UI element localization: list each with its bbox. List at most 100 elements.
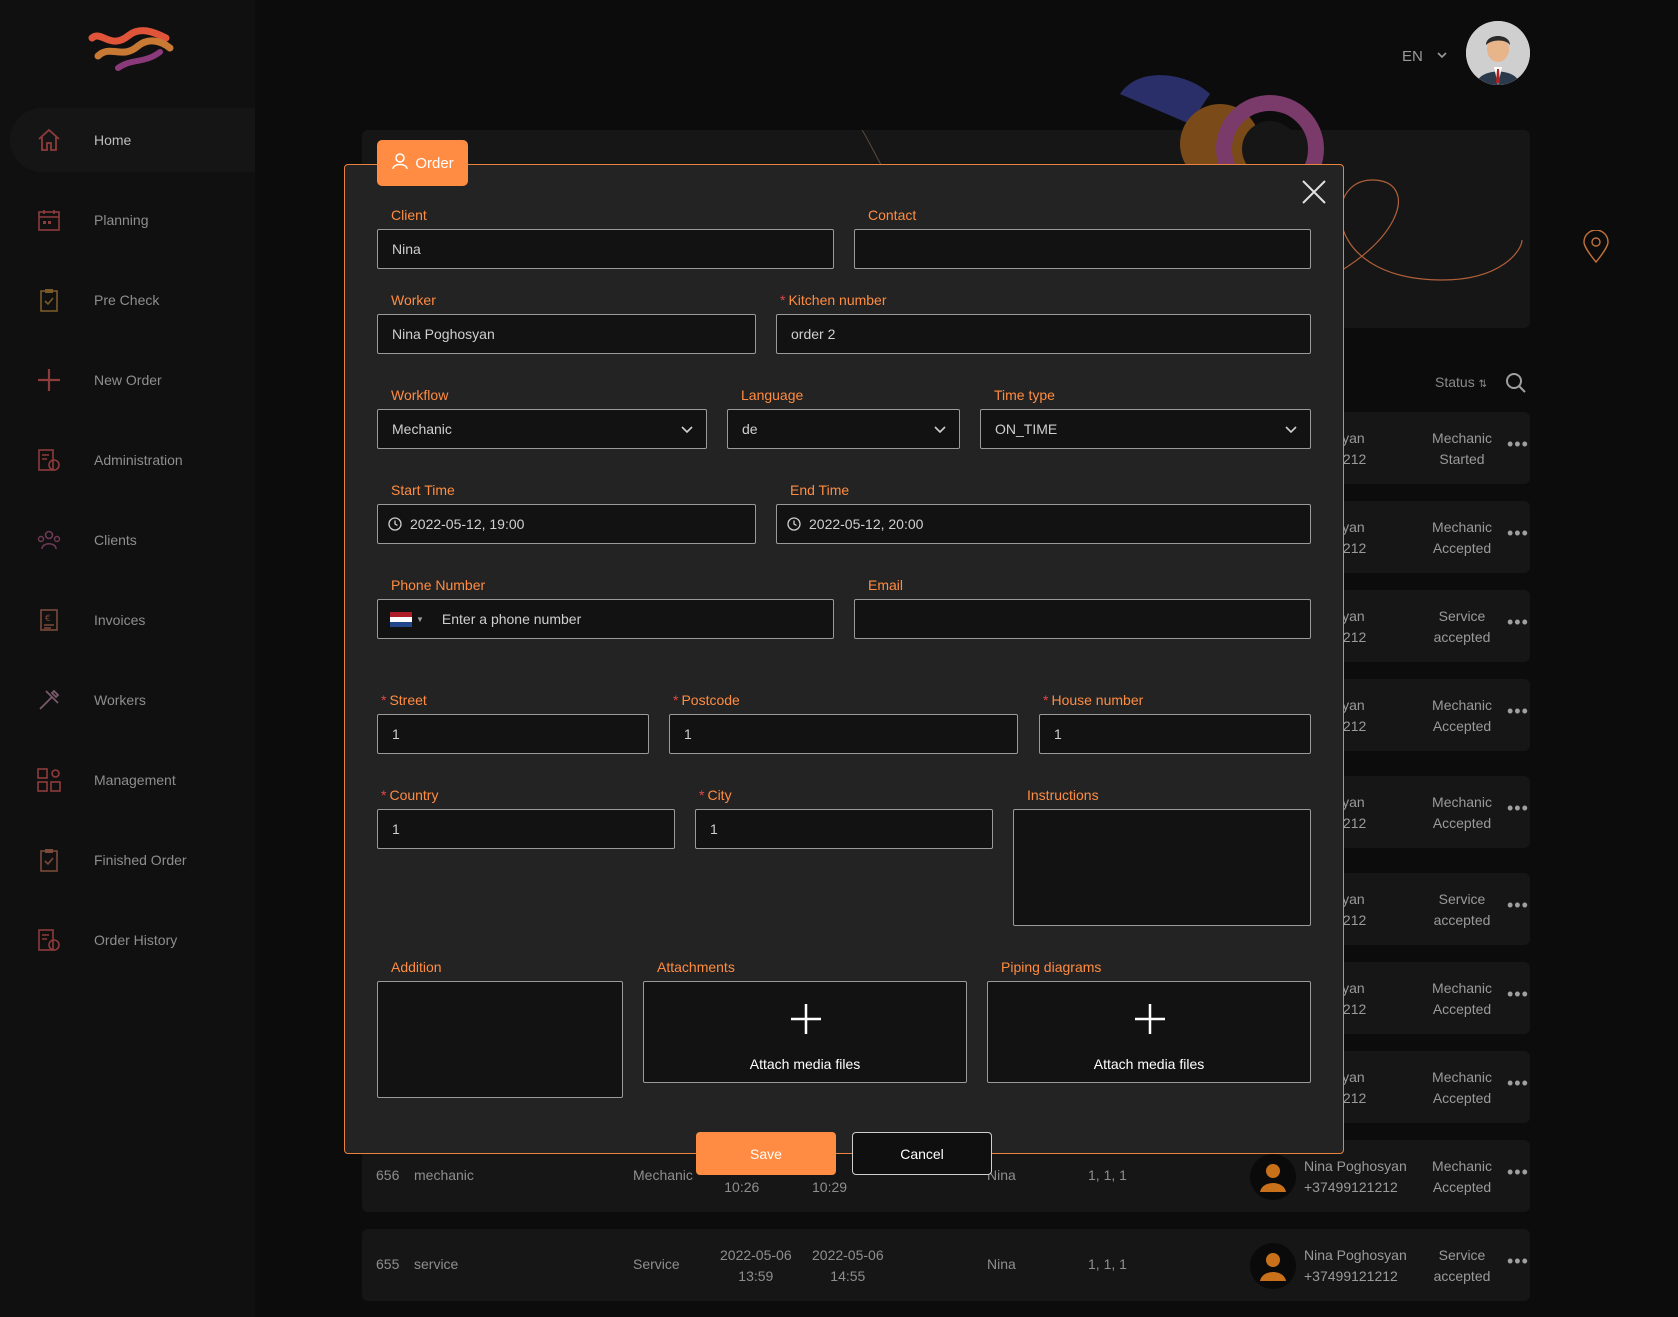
tools-icon	[36, 687, 62, 713]
history-report-icon	[36, 927, 62, 953]
start-time-label: Start Time	[391, 482, 455, 498]
more-icon[interactable]: •••	[1507, 798, 1529, 819]
worker-avatar	[1250, 1243, 1296, 1289]
time-type-select[interactable]: ON_TIME	[980, 409, 1311, 449]
sidebar-item-finished-order[interactable]: Finished Order	[10, 828, 255, 892]
clock-icon	[388, 517, 402, 531]
contact-label: Contact	[868, 207, 917, 223]
street-field[interactable]: 1	[377, 714, 649, 754]
home-icon	[36, 127, 62, 153]
chevron-down-icon[interactable]	[1436, 50, 1448, 63]
more-icon[interactable]: •••	[1507, 984, 1529, 1005]
more-icon[interactable]: •••	[1507, 523, 1529, 544]
city-field[interactable]: 1	[695, 809, 993, 849]
more-icon[interactable]: •••	[1507, 434, 1529, 455]
kitchen-number-label: * Kitchen number	[780, 292, 887, 308]
location-pin-icon	[1583, 230, 1609, 264]
sidebar-item-new-order[interactable]: New Order	[10, 348, 255, 412]
workflow-select[interactable]: Mechanic	[377, 409, 707, 449]
piping-diagrams-upload[interactable]: Attach media files	[987, 981, 1311, 1083]
status-text: Service accepted	[1433, 608, 1491, 645]
status-text: Mechanic Started	[1432, 430, 1492, 467]
worker-field[interactable]: Nina Poghosyan	[377, 314, 756, 354]
tab-order[interactable]: Order	[377, 140, 468, 186]
worker-info: Nina Poghosyan +37499121212	[1304, 1158, 1407, 1195]
end-time-label: End Time	[790, 482, 850, 498]
instructions-textarea[interactable]	[1013, 809, 1311, 926]
address: 1, 1, 1	[1088, 1256, 1127, 1272]
more-icon[interactable]: •••	[1507, 1073, 1529, 1094]
sidebar-item-order-history[interactable]: Order History	[10, 908, 255, 972]
status-text: Mechanic Accepted	[1432, 794, 1492, 831]
worker-label: Worker	[391, 292, 436, 308]
table-row[interactable]: 655 service Service 2022-05-06 13:59 2022…	[362, 1229, 1530, 1301]
phone-field[interactable]: ▼ Enter a phone number	[377, 599, 834, 639]
sidebar-item-invoices[interactable]: € Invoices	[10, 588, 255, 652]
end-time-field[interactable]: 2022-05-12, 20:00	[776, 504, 1311, 544]
more-icon[interactable]: •••	[1507, 895, 1529, 916]
client-name: Nina	[987, 1256, 1016, 1272]
client-label: Client	[391, 207, 427, 223]
postcode-label: * Postcode	[673, 692, 740, 708]
postcode-field[interactable]: 1	[669, 714, 1018, 754]
status-text: Mechanic Accepted	[1432, 1069, 1492, 1106]
email-field[interactable]	[854, 599, 1311, 639]
status-text: Mechanic Accepted	[1432, 697, 1492, 734]
close-icon[interactable]	[1300, 178, 1328, 206]
email-label: Email	[868, 577, 904, 593]
chevron-down-icon	[1284, 422, 1298, 439]
instructions-label: Instructions	[1027, 787, 1099, 803]
sidebar: Home Planning Pre Check New Order Admini…	[0, 0, 255, 1317]
sidebar-item-planning[interactable]: Planning	[10, 188, 255, 252]
sidebar-item-home[interactable]: Home	[10, 108, 255, 172]
save-button[interactable]: Save	[696, 1132, 836, 1175]
svg-text:€: €	[45, 614, 51, 624]
sidebar-item-label: Management	[94, 772, 176, 788]
end-datetime: 2022-05-06 14:55	[812, 1247, 884, 1284]
more-icon[interactable]: •••	[1507, 1251, 1529, 1272]
country-field[interactable]: 1	[377, 809, 675, 849]
search-icon[interactable]	[1505, 372, 1527, 399]
language-select[interactable]: de	[727, 409, 960, 449]
language-selector[interactable]: EN	[1402, 48, 1423, 65]
more-icon[interactable]: •••	[1507, 701, 1529, 722]
addition-label: Addition	[391, 959, 442, 975]
netherlands-flag-icon[interactable]	[390, 611, 412, 627]
sidebar-item-label: Clients	[94, 532, 137, 548]
sidebar-item-pre-check[interactable]: Pre Check	[10, 268, 255, 332]
client-field[interactable]: Nina	[377, 229, 834, 269]
more-icon[interactable]: •••	[1507, 612, 1529, 633]
sidebar-item-administration[interactable]: Administration	[10, 428, 255, 492]
grid-gear-icon	[36, 767, 62, 793]
piping-diagrams-label: Piping diagrams	[1001, 959, 1102, 975]
attachments-label: Attachments	[657, 959, 735, 975]
kitchen-number-field[interactable]: order 2	[776, 314, 1311, 354]
contact-field[interactable]	[854, 229, 1311, 269]
order-id: 656	[376, 1167, 400, 1183]
cancel-button[interactable]: Cancel	[852, 1132, 992, 1175]
report-icon	[36, 447, 62, 473]
sidebar-item-clients[interactable]: Clients	[10, 508, 255, 572]
attachments-upload[interactable]: Attach media files	[643, 981, 967, 1083]
sidebar-item-label: Finished Order	[94, 852, 187, 868]
status-text: Mechanic Accepted	[1432, 1158, 1492, 1195]
status-text: Service accepted	[1433, 1247, 1491, 1284]
chevron-down-icon	[933, 422, 947, 439]
sidebar-item-management[interactable]: Management	[10, 748, 255, 812]
invoice-icon: €	[36, 607, 62, 633]
chevron-down-icon[interactable]: ▼	[416, 615, 424, 624]
chevron-down-icon	[680, 422, 694, 439]
avatar[interactable]	[1466, 21, 1530, 85]
table-header-status[interactable]: Status ⇅	[1435, 374, 1487, 390]
sidebar-item-label: New Order	[94, 372, 162, 388]
house-number-label: * House number	[1043, 692, 1144, 708]
sort-icon: ⇅	[1478, 379, 1487, 390]
sidebar-item-label: Workers	[94, 692, 146, 708]
more-icon[interactable]: •••	[1507, 1162, 1529, 1183]
start-time-field[interactable]: 2022-05-12, 19:00	[377, 504, 756, 544]
house-number-field[interactable]: 1	[1039, 714, 1311, 754]
address: 1, 1, 1	[1088, 1167, 1127, 1183]
addition-textarea[interactable]	[377, 981, 623, 1098]
sidebar-item-workers[interactable]: Workers	[10, 668, 255, 732]
users-icon	[36, 527, 62, 553]
